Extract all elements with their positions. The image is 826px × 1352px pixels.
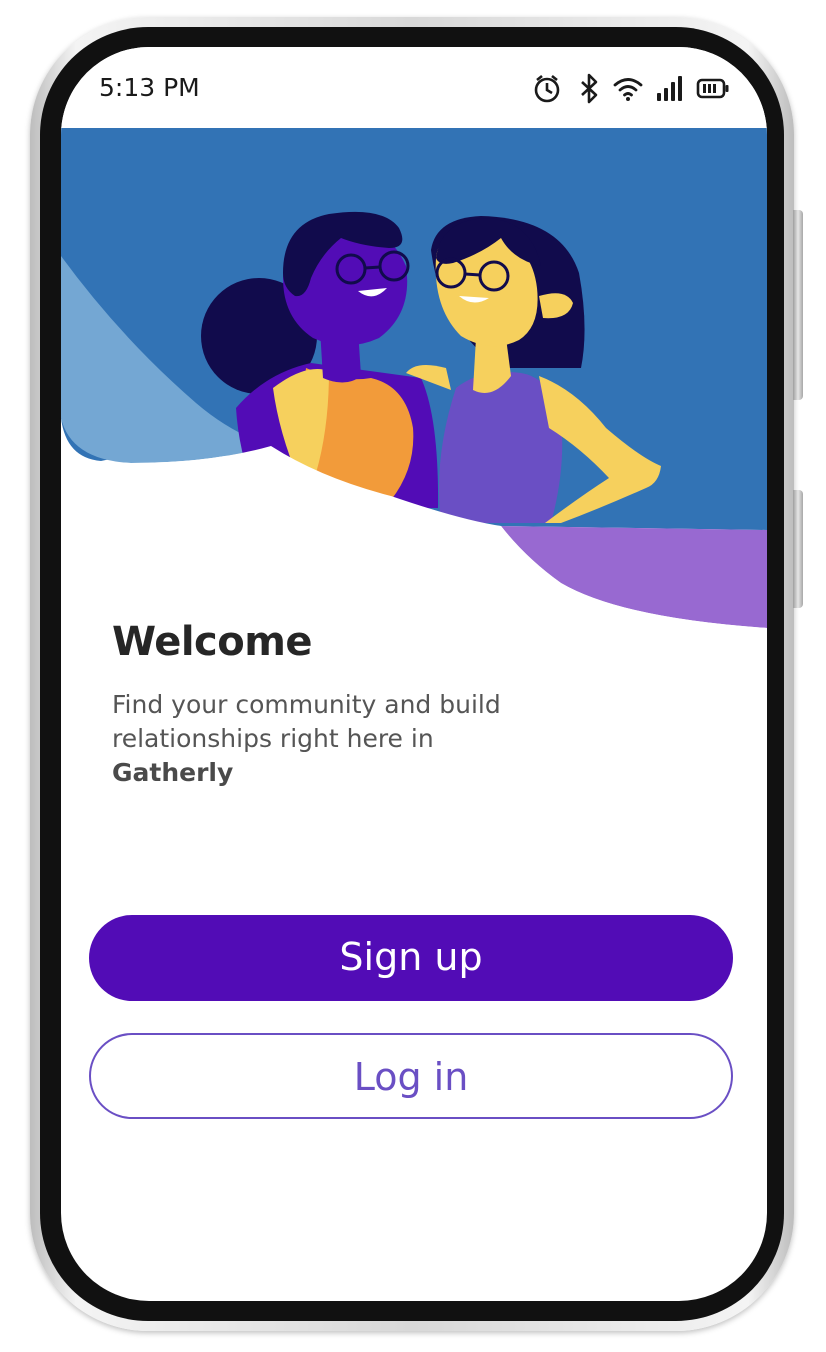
welcome-body: Find your community and build relationsh…	[112, 690, 501, 753]
bluetooth-icon	[581, 73, 598, 104]
status-icons	[533, 71, 733, 105]
signal-icon	[657, 76, 682, 101]
sign-up-button[interactable]: Sign up	[89, 915, 733, 1001]
volume-button	[793, 210, 803, 400]
power-button	[793, 490, 803, 608]
hero-illustration	[61, 128, 767, 648]
welcome-title: Welcome	[112, 619, 313, 665]
two-friends-illustration	[61, 128, 767, 648]
status-time: 5:13 PM	[99, 73, 200, 102]
status-bar: 5:13 PM	[61, 47, 767, 128]
app-screen: 5:13 PM Welcome Find your community and …	[61, 47, 767, 1301]
welcome-description: Find your community and build relationsh…	[112, 688, 582, 790]
battery-icon	[696, 78, 729, 99]
log-in-button[interactable]: Log in	[89, 1033, 733, 1119]
wifi-icon	[613, 78, 643, 101]
alarm-icon	[534, 74, 560, 103]
brand-name: Gatherly	[112, 758, 234, 787]
